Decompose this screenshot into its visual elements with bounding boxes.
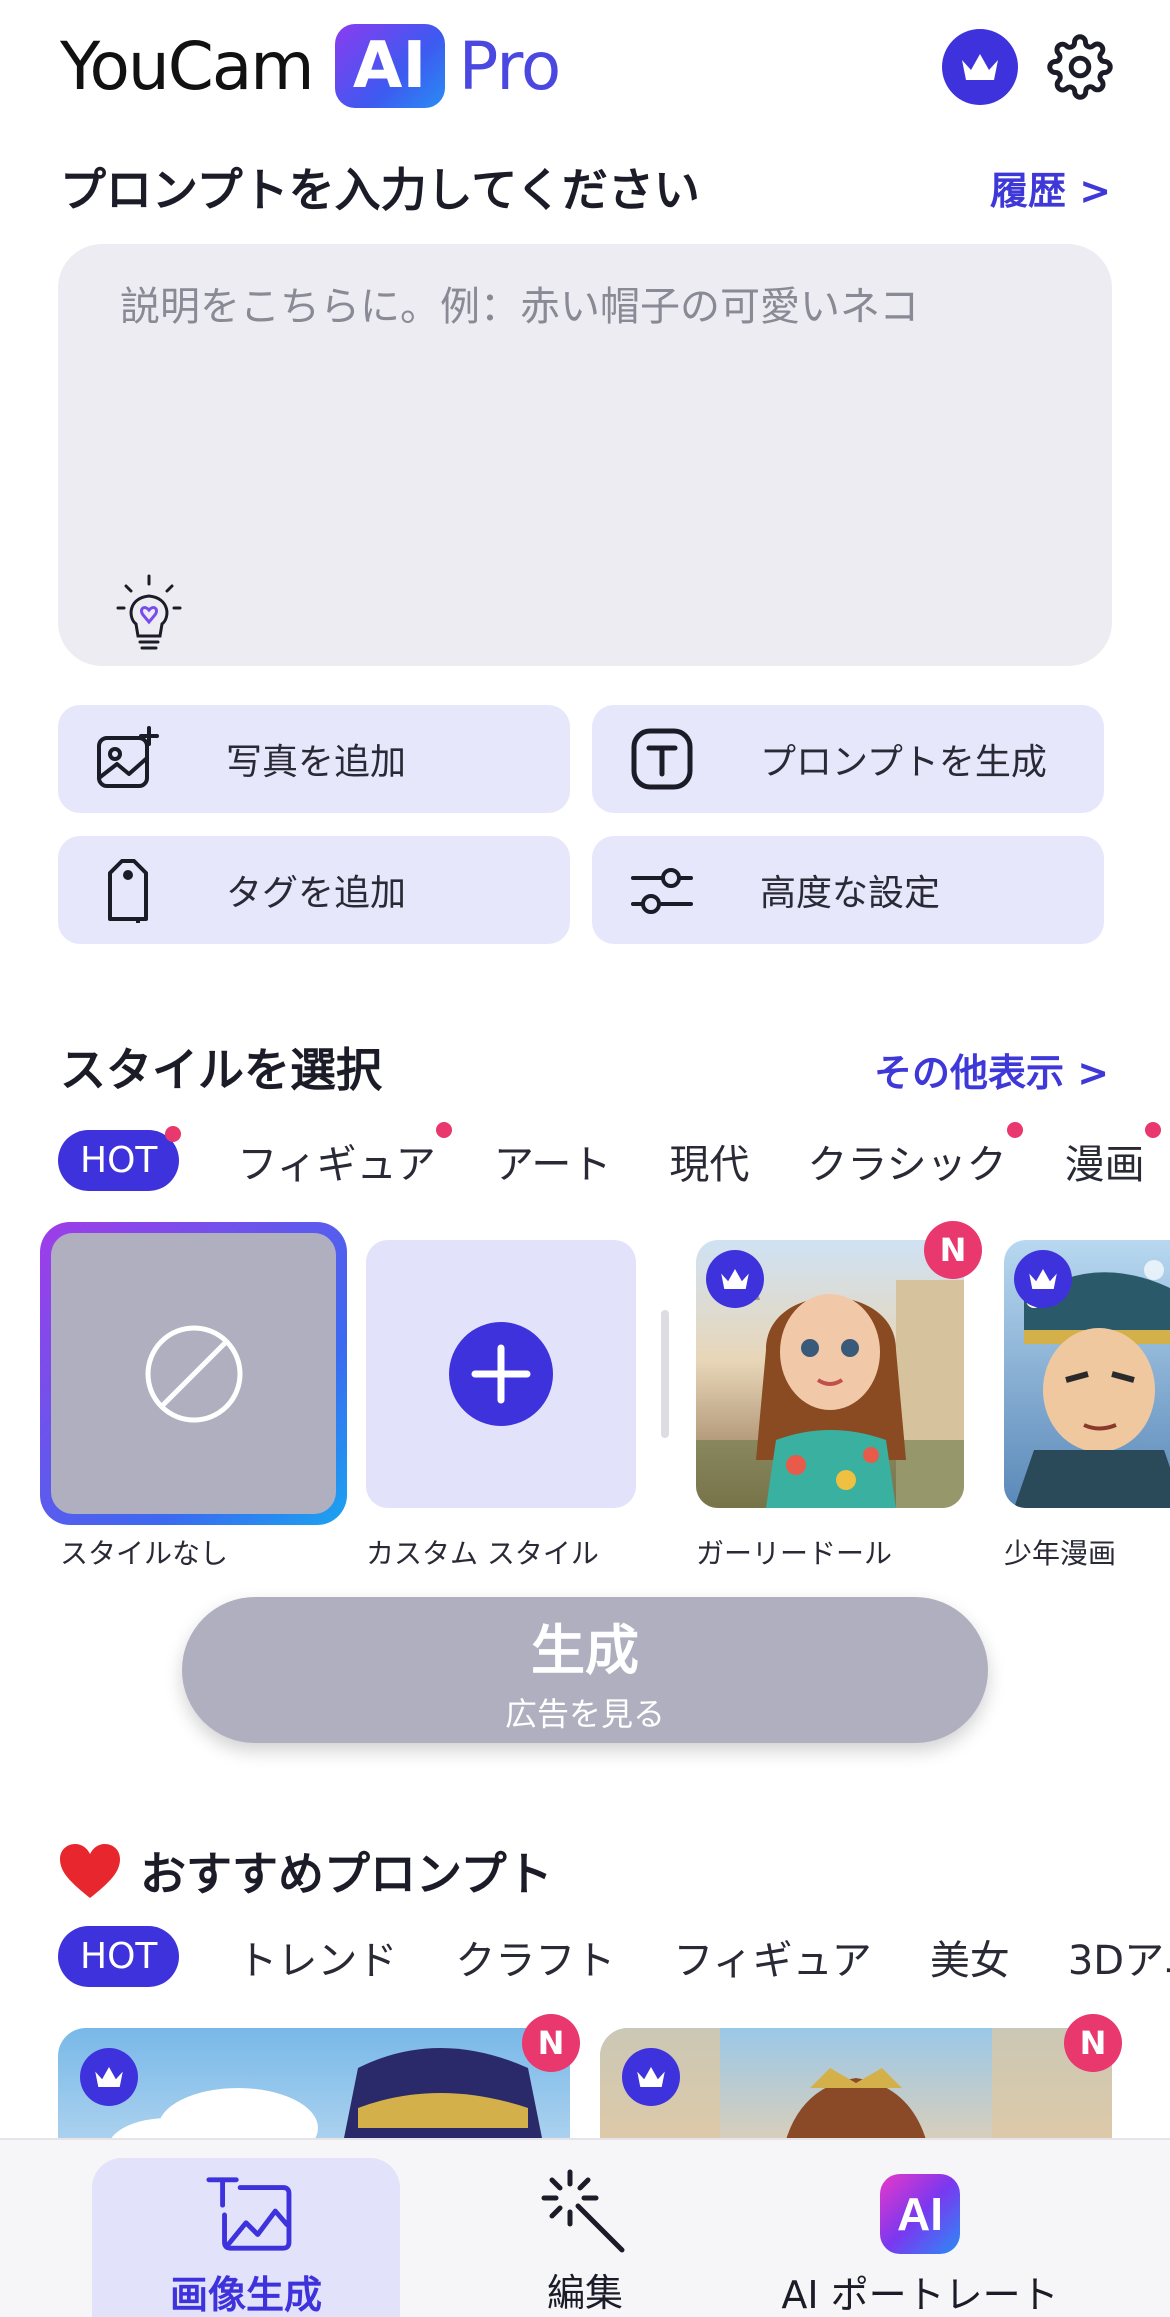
- ai-portrait-icon: AI: [880, 2174, 960, 2254]
- prompt-tab-trend[interactable]: トレンド: [237, 1928, 397, 1986]
- style-card-shonen-manga[interactable]: [1004, 1240, 1170, 1508]
- nav-image-generate[interactable]: 画像生成: [92, 2158, 400, 2317]
- style-card-label: スタイルなし: [60, 1537, 229, 1570]
- style-more-link[interactable]: その他表示 >: [874, 1042, 1109, 1097]
- prompt-tab-hot[interactable]: HOT: [58, 1926, 180, 1987]
- premium-badge: [1014, 1250, 1072, 1308]
- lightbulb-icon: [116, 574, 182, 650]
- add-photo-icon: [88, 719, 168, 799]
- style-card-girly-doll[interactable]: [696, 1240, 964, 1508]
- nav-label: 編集: [546, 2271, 623, 2315]
- new-badge: N: [522, 2014, 580, 2072]
- gear-icon: [1047, 34, 1113, 100]
- new-dot: [1144, 1121, 1161, 1138]
- style-card-label: カスタム スタイル: [366, 1537, 599, 1570]
- generate-prompt-label: プロンプトを生成: [760, 742, 1047, 783]
- settings-button[interactable]: [1042, 29, 1118, 105]
- logo-ai-badge: AI: [334, 24, 445, 108]
- bottom-navigation: 画像生成 編集 AI AI ポートレート: [0, 2138, 1170, 2317]
- crown-icon: [637, 2067, 665, 2087]
- text-t-icon: [622, 719, 702, 799]
- prompt-input[interactable]: [120, 284, 1040, 330]
- prompt-tab-craft[interactable]: クラフト: [455, 1928, 615, 1986]
- prompt-tab-figure[interactable]: フィギュア: [673, 1928, 871, 1986]
- add-photo-label: 写真を追加: [226, 742, 407, 783]
- style-card-label: ガーリードール: [696, 1537, 893, 1570]
- crown-icon: [721, 1269, 749, 1289]
- image-generate-icon: [206, 2177, 292, 2251]
- generate-button[interactable]: 生成 広告を見る: [182, 1597, 988, 1743]
- add-photo-button[interactable]: 写真を追加: [58, 705, 570, 813]
- watch-ad-label: 広告を見る: [504, 1694, 665, 1733]
- style-card-label: 少年漫画: [1004, 1537, 1117, 1570]
- style-tab-manga[interactable]: 漫画: [1065, 1121, 1161, 1190]
- nav-ai-portrait[interactable]: AI AI ポートレート: [770, 2140, 1070, 2317]
- style-tab-art[interactable]: アート: [494, 1132, 612, 1190]
- advanced-settings-button[interactable]: 高度な設定: [592, 836, 1104, 944]
- add-tag-label: タグを追加: [226, 873, 407, 914]
- new-dot: [1006, 1121, 1023, 1138]
- prompt-section-title: プロンプトを入力してください: [60, 163, 700, 217]
- nav-label: 画像生成: [169, 2273, 322, 2317]
- magic-wand-icon: [541, 2169, 625, 2253]
- recommended-category-tabs: HOT トレンド クラフト フィギュア 美女 3Dアニ: [58, 1926, 1170, 1987]
- prompt-idea-button[interactable]: [114, 574, 184, 654]
- prompt-tab-3d-anime[interactable]: 3Dアニ: [1068, 1928, 1170, 1986]
- plus-icon: [449, 1322, 553, 1426]
- advanced-settings-label: 高度な設定: [760, 873, 941, 914]
- new-dot: [435, 1121, 452, 1138]
- prompt-tab-beauty[interactable]: 美女: [930, 1928, 1010, 1986]
- crown-icon: [95, 2067, 123, 2087]
- prompt-box: [58, 244, 1112, 666]
- recommended-title: おすすめプロンプト: [140, 1847, 553, 1901]
- premium-badge: [80, 2048, 138, 2106]
- style-none-thumb: [51, 1233, 336, 1514]
- style-section-title: スタイルを選択: [60, 1043, 382, 1097]
- scroll-divider: [661, 1310, 669, 1438]
- logo-pro-text: Pro: [458, 27, 562, 105]
- style-tab-classic[interactable]: クラシック: [807, 1121, 1023, 1190]
- style-card-custom[interactable]: [366, 1240, 636, 1508]
- nav-label: AI ポートレート: [781, 2273, 1059, 2317]
- crown-icon: [1029, 1269, 1057, 1289]
- app-logo: YouCam AI Pro: [60, 20, 562, 112]
- logo-youcam-text: YouCam: [60, 27, 315, 105]
- style-tab-figure[interactable]: フィギュア: [237, 1121, 452, 1190]
- style-tab-modern[interactable]: 現代: [669, 1132, 749, 1190]
- premium-badge: [622, 2048, 680, 2106]
- crown-icon: [962, 54, 998, 80]
- style-category-tabs: HOT フィギュア アート 現代 クラシック 漫画: [58, 1121, 1170, 1191]
- generate-prompt-button[interactable]: プロンプトを生成: [592, 705, 1104, 813]
- new-badge: N: [924, 1221, 982, 1279]
- premium-crown-button[interactable]: [942, 29, 1018, 105]
- tag-icon: [88, 850, 168, 930]
- generate-label: 生成: [531, 1618, 639, 1682]
- new-dot: [165, 1126, 182, 1142]
- recommended-header: おすすめプロンプト: [58, 1838, 553, 1904]
- history-link[interactable]: 履歴 >: [990, 160, 1111, 215]
- premium-badge: [706, 1250, 764, 1308]
- sliders-icon: [622, 850, 702, 930]
- new-badge: N: [1064, 2014, 1122, 2072]
- add-tag-button[interactable]: タグを追加: [58, 836, 570, 944]
- nav-edit[interactable]: 編集: [470, 2140, 700, 2317]
- style-tab-hot[interactable]: HOT: [58, 1126, 182, 1191]
- heart-icon: [60, 1844, 120, 1898]
- no-style-icon: [145, 1325, 242, 1422]
- style-card-none[interactable]: [40, 1222, 347, 1525]
